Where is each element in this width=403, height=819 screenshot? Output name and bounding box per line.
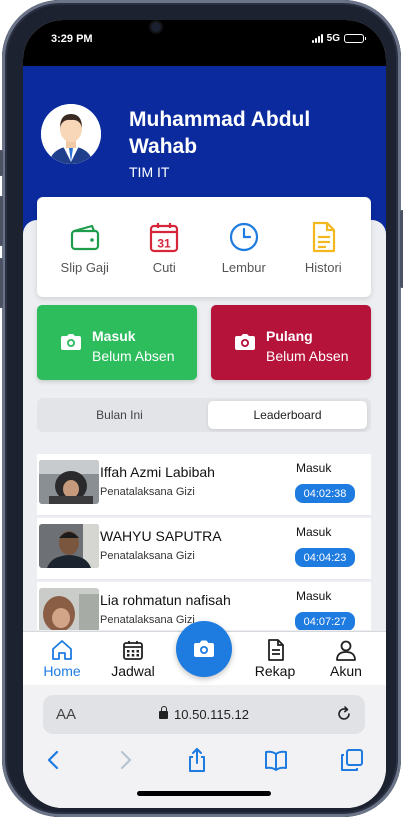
tab-switcher: Bulan Ini Leaderboard (37, 398, 371, 432)
user-name: Muhammad Abdul Wahab (129, 108, 311, 158)
menu-label: Slip Gaji (60, 259, 109, 275)
home-icon (52, 640, 72, 660)
phone-frame: 3:29 PM 5G Muhammad Abdul Wahab TIM IT S… (0, 0, 403, 817)
status-time: 3:29 PM (51, 33, 93, 45)
camera-icon (61, 334, 81, 350)
url-field[interactable]: 10.50.115.12 (43, 706, 365, 722)
employee-name: Iffah Azmi Labibah (100, 464, 215, 480)
check-out-button[interactable]: Pulang Belum Absen (211, 305, 371, 380)
time-badge: 04:02:38 (295, 484, 355, 503)
menu-label: Histori (304, 259, 342, 275)
menu-label: Cuti (152, 259, 176, 275)
menu-label: Lembur (221, 259, 266, 275)
document-icon (268, 639, 284, 661)
front-camera (151, 22, 161, 32)
tab-bulan-ini[interactable]: Bulan Ini (40, 401, 199, 429)
menu-cuti[interactable]: 31 Cuti (129, 220, 199, 275)
check-in-button[interactable]: Masuk Belum Absen (37, 305, 197, 380)
menu-histori[interactable]: Histori (288, 220, 358, 275)
menu-card: Slip Gaji 31 Cuti Lembur Histori (37, 197, 371, 297)
nav-label: Home (43, 663, 81, 679)
employee-role: Penatalaksana Gizi (100, 614, 195, 626)
volume-up-button (0, 196, 3, 246)
list-item[interactable]: WAHYU SAPUTRA Penatalaksana Gizi Masuk 0… (37, 518, 371, 580)
address-bar[interactable]: AA 10.50.115.12 (43, 695, 365, 734)
camera-icon (235, 334, 255, 350)
attendance-label: Masuk (296, 589, 332, 603)
leaderboard-list: Iffah Azmi Labibah Penatalaksana Gizi Ma… (37, 454, 371, 630)
user-photo (39, 524, 99, 568)
check-out-status: Belum Absen (266, 348, 349, 364)
user-photo-image (39, 460, 99, 504)
employee-name: Lia rohmatun nafisah (100, 592, 231, 608)
reload-icon[interactable] (335, 705, 353, 723)
nav-label: Jadwal (111, 663, 155, 679)
time-badge: 04:04:23 (295, 548, 355, 567)
employee-role: Penatalaksana Gizi (100, 550, 195, 562)
calendar-icon (123, 641, 143, 660)
home-indicator (137, 791, 271, 796)
attendance-label: Masuk (296, 461, 332, 475)
tabs-icon[interactable] (339, 747, 365, 773)
avatar-icon (41, 104, 101, 164)
volume-down-button (0, 258, 3, 308)
user-photo-image (39, 524, 99, 568)
user-photo (39, 460, 99, 504)
check-in-status: Belum Absen (92, 348, 175, 364)
check-in-title: Masuk (92, 328, 136, 344)
attendance-label: Masuk (296, 525, 332, 539)
camera-fab-button[interactable] (176, 621, 232, 677)
wallet-icon (70, 224, 99, 250)
employee-name: WAHYU SAPUTRA (100, 528, 222, 544)
url-text: 10.50.115.12 (174, 707, 249, 722)
employee-role: Penatalaksana Gizi (100, 486, 195, 498)
time-badge: 04:07:27 (295, 612, 355, 630)
nav-rekap[interactable]: Rekap (245, 638, 305, 679)
nav-label: Akun (330, 663, 362, 679)
check-out-title: Pulang (266, 328, 313, 344)
menu-slip-gaji[interactable]: Slip Gaji (50, 220, 120, 275)
back-icon[interactable] (41, 747, 67, 773)
menu-lembur[interactable]: Lembur (209, 220, 279, 275)
nav-label: Rekap (254, 663, 296, 679)
avatar[interactable] (41, 104, 101, 164)
mute-switch (0, 150, 3, 176)
user-icon (336, 640, 356, 661)
bookmarks-icon[interactable] (263, 747, 289, 773)
screen: 3:29 PM 5G Muhammad Abdul Wahab TIM IT S… (23, 20, 386, 808)
calendar-31-icon: 31 (150, 222, 179, 252)
document-icon (313, 221, 336, 252)
share-icon[interactable] (184, 747, 210, 773)
tab-leaderboard[interactable]: Leaderboard (208, 401, 367, 429)
network-label: 5G (326, 33, 340, 44)
battery-icon (344, 34, 366, 43)
user-photo-image (39, 588, 99, 630)
nav-akun[interactable]: Akun (316, 638, 376, 679)
browser-toolbar: AA 10.50.115.12 (23, 685, 386, 808)
camera-icon (194, 640, 214, 657)
status-indicators: 5G (311, 33, 366, 44)
signal-icon (311, 34, 323, 43)
nav-home[interactable]: Home (32, 638, 92, 679)
lock-icon (159, 706, 169, 719)
calendar-day: 31 (158, 236, 172, 250)
user-team: TIM IT (129, 164, 170, 180)
list-item[interactable]: Iffah Azmi Labibah Penatalaksana Gizi Ma… (37, 454, 371, 516)
nav-jadwal[interactable]: Jadwal (103, 638, 163, 679)
forward-icon[interactable] (112, 747, 138, 773)
user-photo (39, 588, 99, 630)
status-bar: 3:29 PM 5G (23, 20, 386, 66)
clock-icon (229, 222, 258, 251)
